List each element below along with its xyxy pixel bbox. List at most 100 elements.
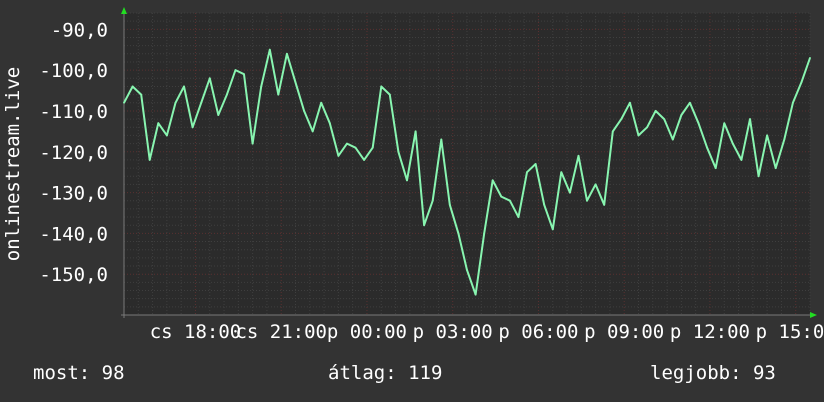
data-point — [388, 93, 391, 96]
data-point — [508, 199, 511, 202]
data-point — [680, 114, 683, 116]
data-point — [500, 195, 503, 198]
y-tick-label: -110,0 — [39, 101, 108, 123]
data-point — [268, 48, 271, 51]
data-point — [440, 138, 443, 141]
stat-best: legjobb: 93 — [650, 362, 776, 384]
data-point — [766, 134, 769, 137]
data-point — [491, 179, 494, 182]
rrd-chart: -150,0 -140,0 -130,0 -120,0 -110,0 -100,0 -90,… — [2, 7, 824, 343]
y-tick-label: -150,0 — [39, 264, 108, 286]
data-point — [226, 93, 228, 96]
data-point — [183, 85, 185, 88]
y-tick-label: -100,0 — [39, 60, 108, 82]
data-point — [620, 118, 623, 121]
data-point — [277, 93, 280, 96]
data-point — [328, 122, 331, 125]
y-axis-label: onlinestream.live — [2, 67, 24, 261]
data-point — [611, 130, 614, 133]
data-point — [165, 134, 168, 137]
y-tick-label: -140,0 — [39, 223, 108, 245]
data-point — [200, 101, 203, 104]
data-point — [706, 146, 708, 149]
data-point — [543, 203, 546, 206]
data-point — [363, 159, 365, 161]
data-point — [123, 101, 125, 104]
data-point — [774, 167, 777, 169]
data-point — [148, 159, 151, 161]
data-point — [140, 93, 143, 96]
data-point — [534, 163, 537, 165]
data-point — [560, 171, 563, 174]
stat-current: most: 98 — [33, 362, 125, 384]
data-point — [569, 191, 571, 194]
data-point — [251, 142, 254, 145]
data-point — [483, 232, 486, 235]
data-point — [174, 101, 177, 104]
x-tick-label: cs 18:00 — [150, 321, 242, 343]
x-tick-label: cs 21:00 — [235, 321, 327, 343]
data-point — [406, 179, 408, 182]
data-point — [260, 85, 263, 88]
data-point — [414, 130, 417, 133]
data-point — [191, 126, 194, 129]
y-tick-label: -130,0 — [39, 183, 108, 205]
data-point — [594, 183, 597, 186]
data-point — [286, 52, 288, 55]
data-point — [646, 126, 648, 129]
data-point — [689, 101, 691, 104]
x-tick-labels: cs 18:00cs 21:00 p 00:00 p 03:00 p 06:00 p 0… — [150, 321, 824, 343]
data-point — [526, 171, 528, 174]
data-point — [714, 167, 717, 169]
x-tick-label: p 03:00 — [413, 321, 493, 343]
data-point — [423, 224, 426, 227]
data-point — [697, 122, 700, 125]
x-axis-arrow — [810, 312, 817, 318]
data-point — [809, 56, 811, 59]
data-point — [629, 101, 631, 104]
data-point — [731, 142, 734, 145]
data-point — [723, 122, 726, 125]
data-point — [431, 199, 434, 202]
x-tick-label: p 00:00 — [327, 321, 407, 343]
data-point — [749, 118, 751, 121]
y-tick-label: -120,0 — [39, 142, 108, 164]
data-point — [603, 203, 606, 206]
data-point — [157, 122, 160, 125]
y-tick-label: -90,0 — [51, 19, 108, 41]
data-point — [208, 77, 211, 80]
data-point — [663, 118, 666, 121]
data-point — [740, 159, 743, 161]
data-point — [303, 110, 305, 112]
data-point — [466, 269, 468, 272]
data-point — [371, 146, 374, 149]
y-axis-arrow — [121, 7, 127, 14]
data-point — [654, 110, 657, 112]
data-point — [311, 130, 314, 133]
data-point — [234, 69, 237, 72]
y-tick-labels: -150,0 -140,0 -130,0 -120,0 -110,0 -100,0 -90,… — [39, 19, 108, 286]
data-point — [217, 114, 220, 116]
data-point — [551, 228, 554, 231]
data-point — [397, 150, 400, 153]
data-point — [637, 134, 640, 137]
data-point — [346, 142, 348, 145]
x-tick-label: p 09:00 — [584, 321, 664, 343]
data-point — [457, 232, 460, 235]
data-point — [757, 175, 760, 178]
data-point — [243, 73, 245, 76]
data-point — [586, 199, 588, 202]
data-point — [474, 293, 477, 296]
data-point — [800, 81, 803, 84]
stat-average: átlag: 119 — [328, 362, 443, 384]
data-point — [517, 216, 520, 218]
x-tick-label: p 06:00 — [498, 321, 578, 343]
x-tick-label: p 12:00 — [670, 321, 750, 343]
data-point — [294, 81, 297, 84]
data-point — [131, 85, 134, 88]
data-point — [380, 85, 383, 88]
data-point — [448, 203, 451, 206]
data-point — [320, 101, 323, 104]
data-point — [337, 154, 340, 157]
x-tick-label: p 15:00 — [756, 321, 824, 343]
